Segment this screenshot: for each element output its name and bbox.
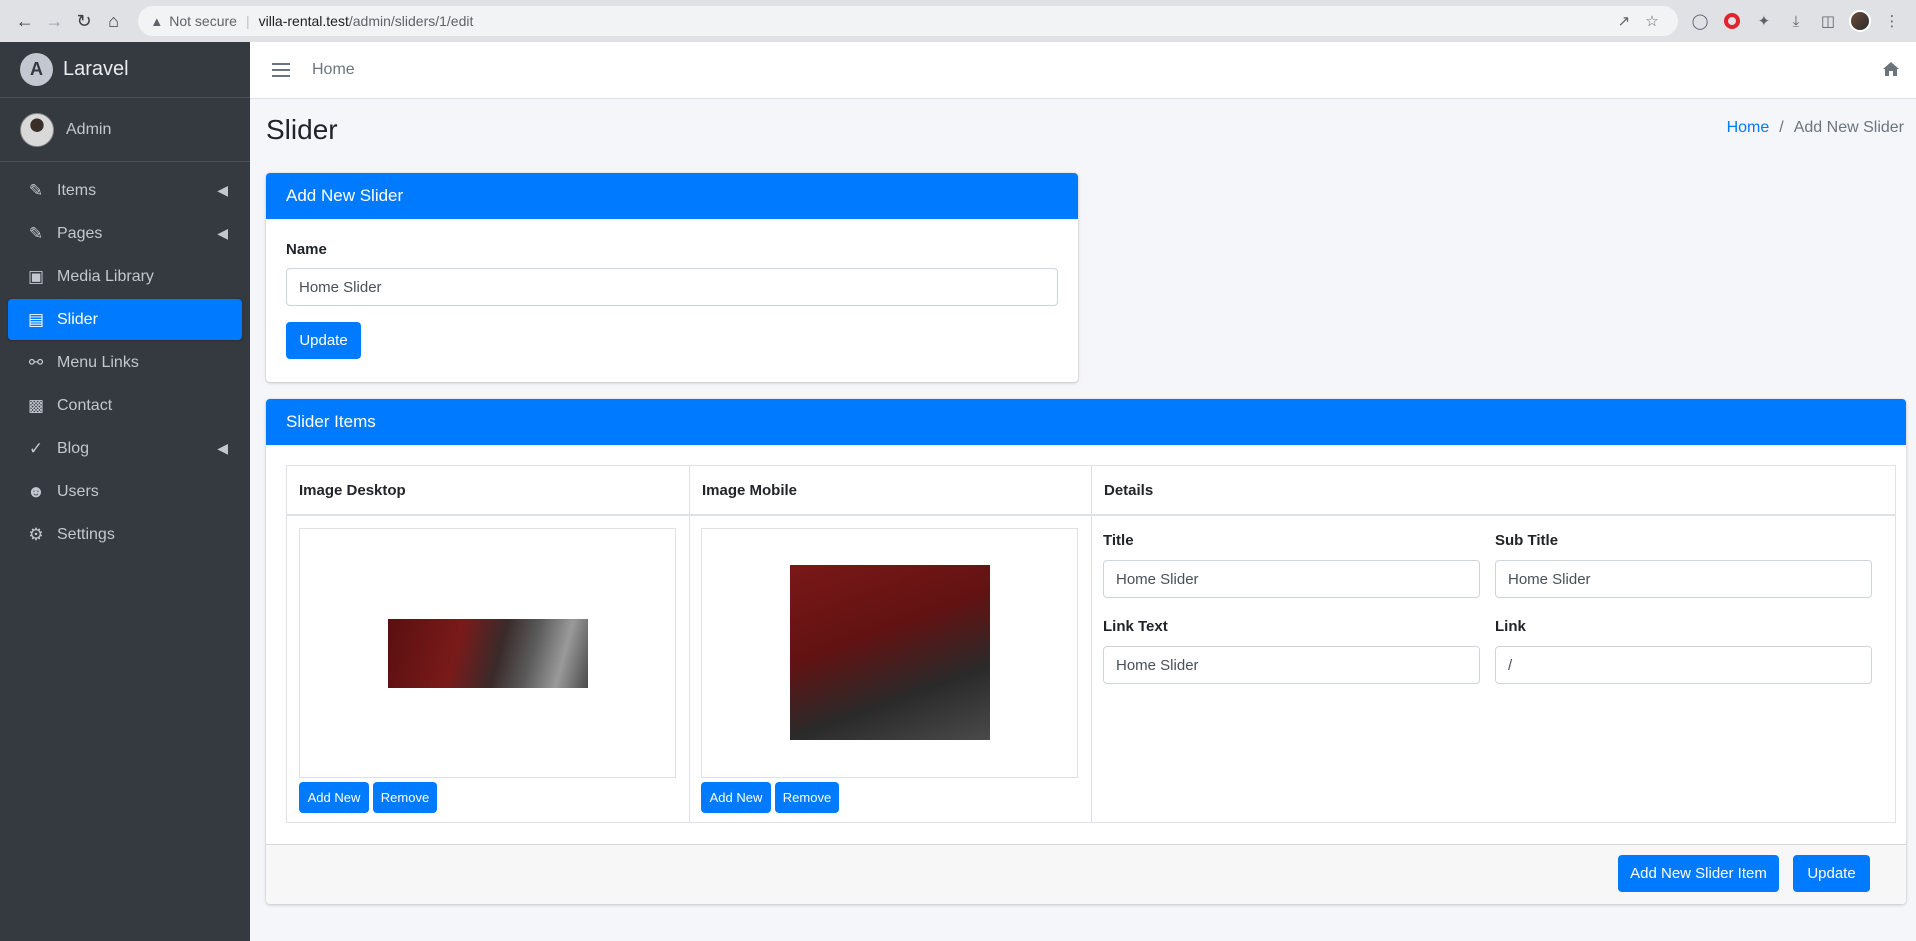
link-input[interactable]: /	[1495, 646, 1872, 684]
cogs-icon: ⚙	[28, 524, 44, 544]
top-navbar: Home	[250, 42, 1916, 99]
update-slider-items-button[interactable]: Update	[1793, 855, 1870, 892]
user-panel[interactable]: Admin	[0, 98, 250, 162]
photo-video-icon: ▣	[27, 266, 45, 286]
sidebar-item-menu-links[interactable]: ⚯ Menu Links	[8, 342, 242, 383]
chevron-left-icon: ◀	[217, 225, 228, 241]
remove-desktop-image-button[interactable]: Remove	[373, 782, 437, 813]
add-new-slider-item-button[interactable]: Add New Slider Item	[1618, 855, 1779, 892]
slider-items-card: Slider Items Image Desktop Image Mobile …	[266, 399, 1906, 904]
column-header-image-desktop: Image Desktop	[287, 466, 690, 516]
desktop-slider-image	[388, 619, 588, 688]
image-desktop-preview[interactable]	[299, 528, 676, 778]
edit-icon: ✎	[28, 223, 44, 243]
blog-icon: ✓	[28, 438, 44, 458]
link-text-input[interactable]: Home Slider	[1103, 646, 1480, 684]
sidebar-item-slider[interactable]: ▤ Slider	[8, 299, 242, 340]
chevron-left-icon: ◀	[217, 440, 228, 456]
page-title: Slider	[266, 114, 338, 145]
side-panel-icon[interactable]: ◫	[1814, 7, 1842, 35]
card-header: Slider Items	[266, 399, 1906, 445]
hamburger-menu-icon[interactable]	[272, 63, 290, 77]
url-host: villa-rental.test	[258, 13, 349, 29]
images-icon: ▤	[27, 309, 45, 329]
download-icon[interactable]: ⤓	[1782, 7, 1810, 35]
name-label: Name	[286, 241, 327, 258]
sidebar-item-contact[interactable]: ▩ Contact	[8, 385, 242, 426]
brand-name: Laravel	[63, 58, 129, 80]
users-icon: ☻	[27, 481, 45, 501]
back-icon[interactable]: ←	[10, 6, 40, 36]
laravel-logo-icon: A	[20, 53, 53, 86]
mobile-slider-image	[790, 565, 990, 740]
navbar-home-link[interactable]: Home	[312, 61, 355, 79]
address-book-icon: ▩	[27, 395, 45, 415]
column-header-image-mobile: Image Mobile	[690, 466, 1092, 516]
slider-items-table: Image Desktop Image Mobile Details Add N…	[286, 465, 1896, 823]
card-footer: Add New Slider Item Update	[266, 844, 1906, 904]
title-label: Title	[1103, 532, 1134, 549]
sidebar-nav: ✎ Items ◀ ✎ Pages ◀ ▣ Media Library ▤ Sl…	[0, 162, 250, 555]
browser-menu-icon[interactable]: ⋮	[1878, 7, 1906, 35]
breadcrumb-home-link[interactable]: Home	[1727, 119, 1770, 136]
sidebar-item-settings[interactable]: ⚙ Settings	[8, 514, 242, 555]
browser-toolbar: ← → ↻ ⌂ ▲ Not secure | villa-rental.test…	[0, 0, 1916, 42]
forward-icon[interactable]: →	[40, 6, 70, 36]
sidebar-item-items[interactable]: ✎ Items ◀	[8, 170, 242, 211]
sidebar-item-pages[interactable]: ✎ Pages ◀	[8, 213, 242, 254]
sidebar-item-users[interactable]: ☻ Users	[8, 471, 242, 512]
breadcrumb: Home / Add New Slider	[1726, 119, 1904, 136]
sidebar-item-media-library[interactable]: ▣ Media Library	[8, 256, 242, 297]
title-input[interactable]: Home Slider	[1103, 560, 1480, 598]
name-input[interactable]: Home Slider	[286, 268, 1058, 306]
image-mobile-preview[interactable]	[701, 528, 1078, 778]
puzzle-extensions-icon[interactable]: ✦	[1750, 7, 1778, 35]
sidebar: A Laravel Admin ✎ Items ◀ ✎ Pages ◀ ▣ Me…	[0, 42, 250, 941]
brand-link[interactable]: A Laravel	[0, 42, 250, 98]
profile-avatar-icon[interactable]	[1846, 7, 1874, 35]
edit-icon: ✎	[28, 180, 44, 200]
share-icon[interactable]: ↗	[1610, 12, 1638, 30]
browser-home-icon[interactable]: ⌂	[99, 6, 129, 36]
avatar	[20, 112, 54, 147]
warning-icon: ▲	[150, 13, 164, 29]
add-new-desktop-image-button[interactable]: Add New	[299, 782, 369, 813]
add-new-mobile-image-button[interactable]: Add New	[701, 782, 771, 813]
remove-mobile-image-button[interactable]: Remove	[775, 782, 839, 813]
link-icon: ⚯	[28, 352, 44, 372]
mouse-extension-icon[interactable]: ◯	[1686, 7, 1714, 35]
url-path: /admin/sliders/1/edit	[348, 13, 474, 29]
column-header-details: Details	[1092, 466, 1895, 516]
add-slider-card: Add New Slider Name Home Slider Update	[266, 173, 1078, 382]
breadcrumb-current: Add New Slider	[1793, 119, 1904, 136]
user-name: Admin	[66, 120, 112, 138]
security-status: Not secure	[169, 13, 237, 29]
update-button[interactable]: Update	[286, 322, 361, 359]
link-text-label: Link Text	[1103, 618, 1168, 635]
extensions-area: ◯ ✦ ⤓ ◫ ⋮	[1686, 7, 1906, 35]
bookmark-star-icon[interactable]: ☆	[1638, 12, 1666, 30]
reload-icon[interactable]: ↻	[69, 6, 99, 36]
subtitle-label: Sub Title	[1495, 532, 1559, 549]
link-label: Link	[1495, 618, 1526, 635]
card-header: Add New Slider	[266, 173, 1078, 219]
chevron-left-icon: ◀	[217, 182, 228, 198]
subtitle-input[interactable]: Home Slider	[1495, 560, 1872, 598]
home-icon[interactable]	[1882, 61, 1900, 77]
content-wrapper: Slider Home / Add New Slider Add New Slide…	[250, 99, 1916, 941]
sidebar-item-blog[interactable]: ✓ Blog ◀	[8, 428, 242, 469]
opera-extension-icon[interactable]	[1718, 7, 1746, 35]
address-bar[interactable]: ▲ Not secure | villa-rental.test /admin/…	[138, 6, 1678, 36]
